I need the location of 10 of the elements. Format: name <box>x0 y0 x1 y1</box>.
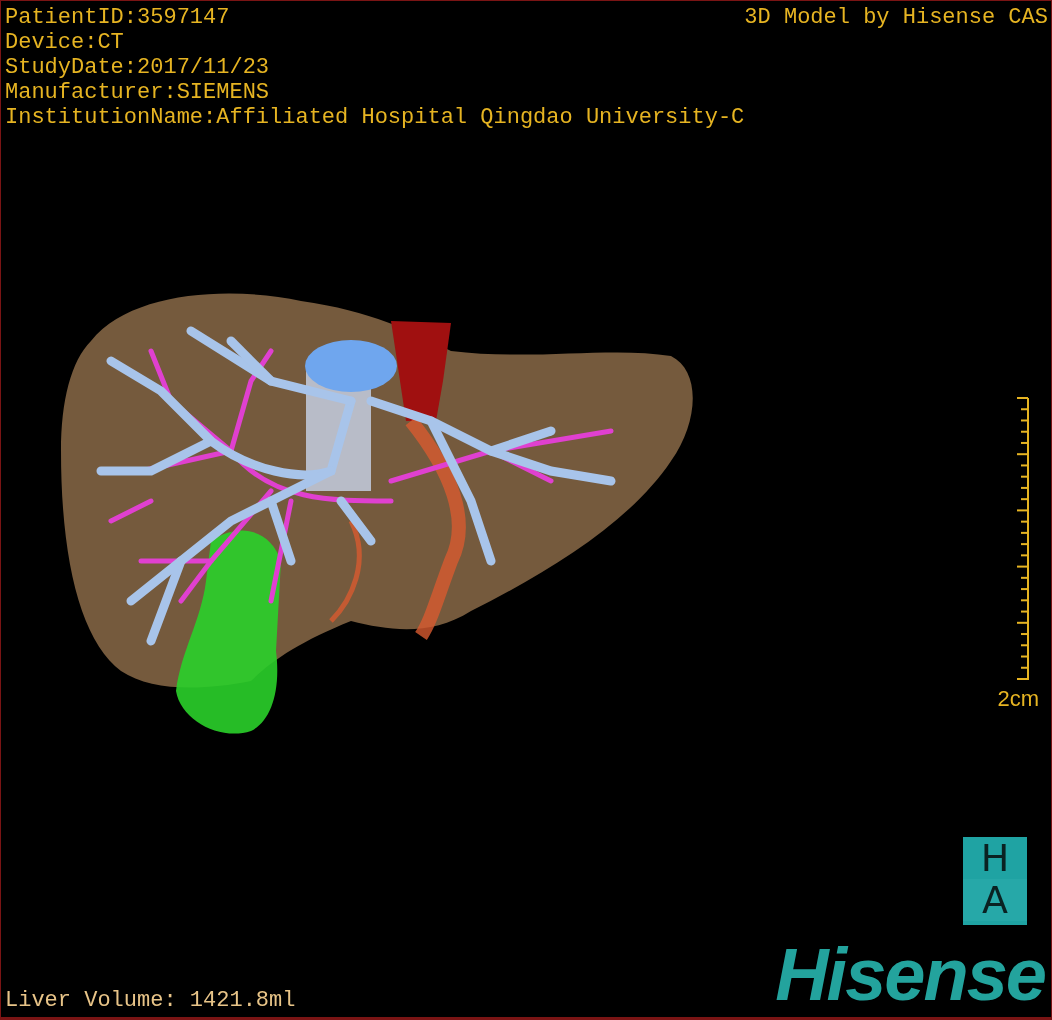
liver-volume-text: Liver Volume: 1421.8ml <box>4 988 296 1015</box>
info-line: InstitutionName:Affiliated Hospital Qingdao University-C <box>5 105 745 130</box>
info-line: StudyDate:2017/11/23 <box>5 55 271 80</box>
model-credit-text: 3D Model by Hisense CAS <box>744 4 1049 32</box>
scale-label: 2cm <box>997 685 1039 713</box>
brand-logo-text: Hisense <box>775 933 1046 1017</box>
ha-logo: H A <box>963 837 1027 925</box>
info-line: Manufacturer:SIEMENS <box>5 80 271 105</box>
info-line: PatientID:3597147 <box>5 5 231 30</box>
info-line: Device:CT <box>5 30 125 55</box>
